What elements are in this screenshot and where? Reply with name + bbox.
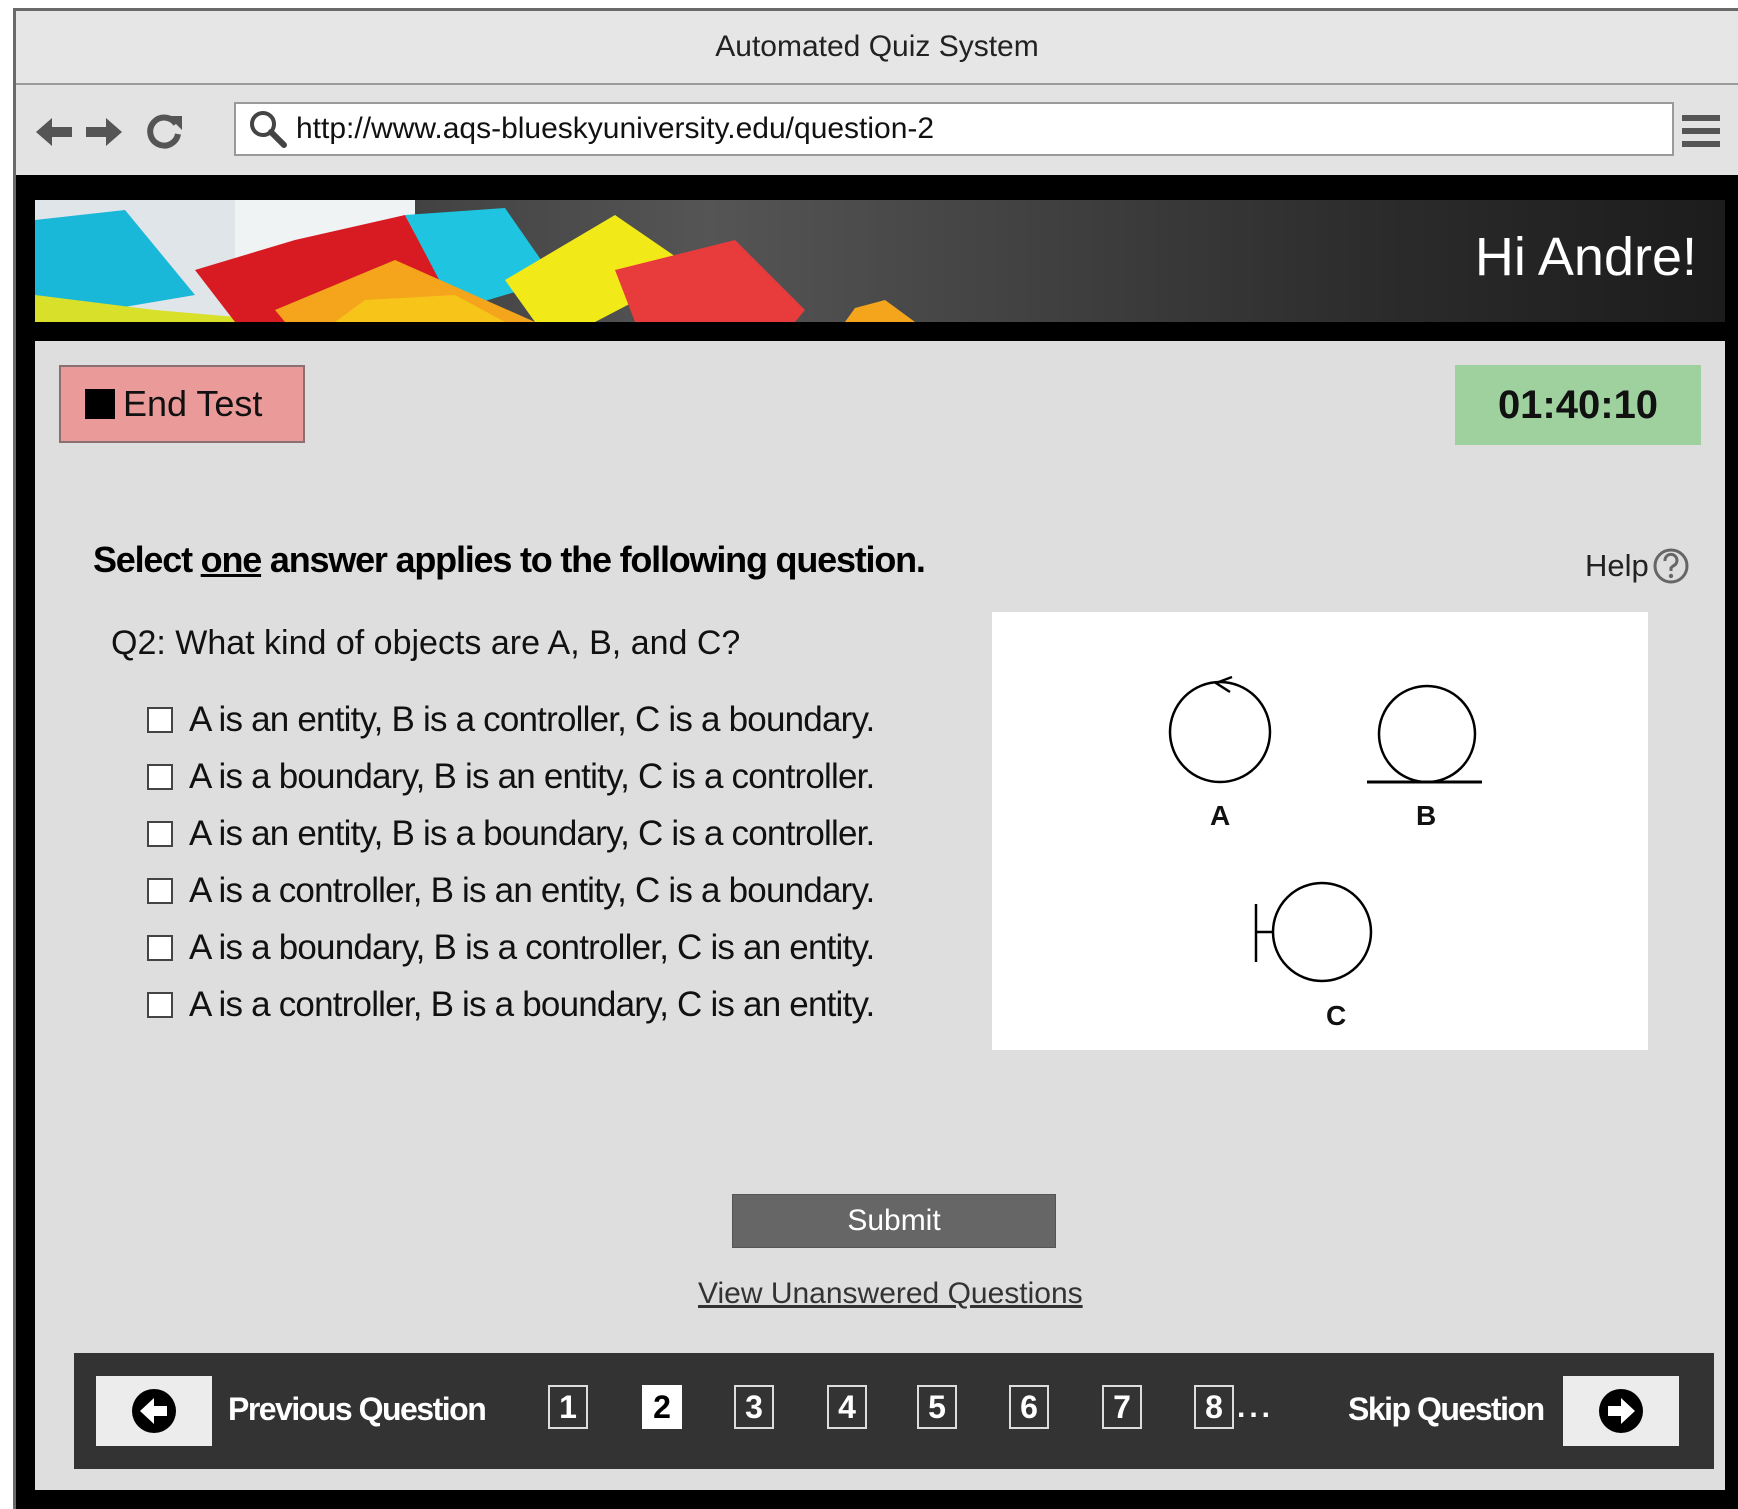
answer-options: A is an entity, B is a controller, C is … [147,691,875,1033]
greeting: Hi Andre! [1474,227,1697,287]
reload-icon[interactable] [142,110,186,154]
search-icon [250,111,287,148]
page-button-8[interactable]: 8 [1194,1385,1234,1429]
page-button-7[interactable]: 7 [1102,1385,1142,1429]
option-label: A is a controller, B is an entity, C is … [189,870,875,910]
end-test-button[interactable]: End Test [59,365,305,443]
end-test-label: End Test [123,383,263,424]
countdown-timer: 01:40:10 [1455,365,1701,445]
checkbox[interactable] [147,877,173,904]
option-label: A is a boundary, B is an entity, C is a … [189,756,875,796]
window-titlebar: Automated Quiz System [16,11,1738,85]
instruction-suffix: answer applies to the following question… [261,539,926,580]
answer-option[interactable]: A is a controller, B is an entity, C is … [147,862,875,919]
back-arrow-icon[interactable] [32,110,76,154]
figure-label-c: C [1326,1000,1347,1031]
instruction-emphasis: one [200,539,263,580]
page-ellipsis: ... [1237,1391,1275,1424]
page-button-6[interactable]: 6 [1009,1385,1049,1429]
checkbox[interactable] [147,763,173,790]
answer-option[interactable]: A is a boundary, B is a controller, C is… [147,919,875,976]
left-arrow-icon [132,1389,176,1433]
page-button-3[interactable]: 3 [734,1385,774,1429]
hamburger-menu-icon[interactable] [1678,107,1724,155]
help-label: Help [1585,548,1649,583]
checkbox[interactable] [147,991,173,1018]
option-label: A is a boundary, B is a controller, C is… [189,927,875,967]
instruction-prefix: Select [93,539,201,580]
answer-option[interactable]: A is an entity, B is a controller, C is … [147,691,875,748]
controller-symbol-a [1168,675,1272,784]
banner-image [35,200,915,322]
forward-arrow-icon[interactable] [82,110,126,154]
entity-symbol-b [1367,684,1482,784]
browser-navbar [16,85,1738,175]
page-button-2[interactable]: 2 [642,1385,682,1429]
question-mark-icon [1653,548,1689,584]
checkbox[interactable] [147,820,173,847]
option-label: A is an entity, B is a controller, C is … [189,699,875,739]
previous-question-button[interactable] [96,1376,212,1446]
option-label: A is a controller, B is a boundary, C is… [189,984,875,1024]
quiz-content: End Test 01:40:10 Select one answer appl… [35,341,1725,1490]
page-button-4[interactable]: 4 [827,1385,867,1429]
figure-label-a: A [1210,800,1231,831]
page-button-1[interactable]: 1 [548,1385,588,1429]
address-bar[interactable] [234,102,1674,156]
stop-icon [85,389,115,419]
right-arrow-icon [1599,1389,1643,1433]
skip-question-button[interactable] [1563,1376,1679,1446]
help-link[interactable]: Help [1585,546,1691,586]
page-button-5[interactable]: 5 [917,1385,957,1429]
checkbox[interactable] [147,706,173,733]
url-input[interactable] [296,112,1636,146]
uml-figure: A B C [992,612,1648,1050]
previous-question-label[interactable]: Previous Question [228,1391,487,1428]
window-title: Automated Quiz System [715,30,1039,63]
instruction-text: Select one answer applies to the followi… [93,539,926,581]
skip-question-label[interactable]: Skip Question [1348,1391,1545,1428]
checkbox[interactable] [147,934,173,961]
answer-option[interactable]: A is a boundary, B is an entity, C is a … [147,748,875,805]
header-banner: Hi Andre! [35,200,1725,322]
answer-option[interactable]: A is a controller, B is a boundary, C is… [147,976,875,1033]
question-pager: Previous Question 1 2 3 4 5 6 7 8 ... Sk… [74,1353,1714,1469]
option-label: A is an entity, B is a boundary, C is a … [189,813,875,853]
question-text: Q2: What kind of objects are A, B, and C… [111,624,741,662]
boundary-symbol-c [1254,881,1373,983]
answer-option[interactable]: A is an entity, B is a boundary, C is a … [147,805,875,862]
figure-label-b: B [1416,800,1437,831]
browser-window: Automated Quiz System http://www.aqs-blu… [13,8,1738,1509]
view-unanswered-link[interactable]: View Unanswered Questions [698,1277,1083,1311]
submit-button[interactable]: Submit [732,1194,1056,1248]
